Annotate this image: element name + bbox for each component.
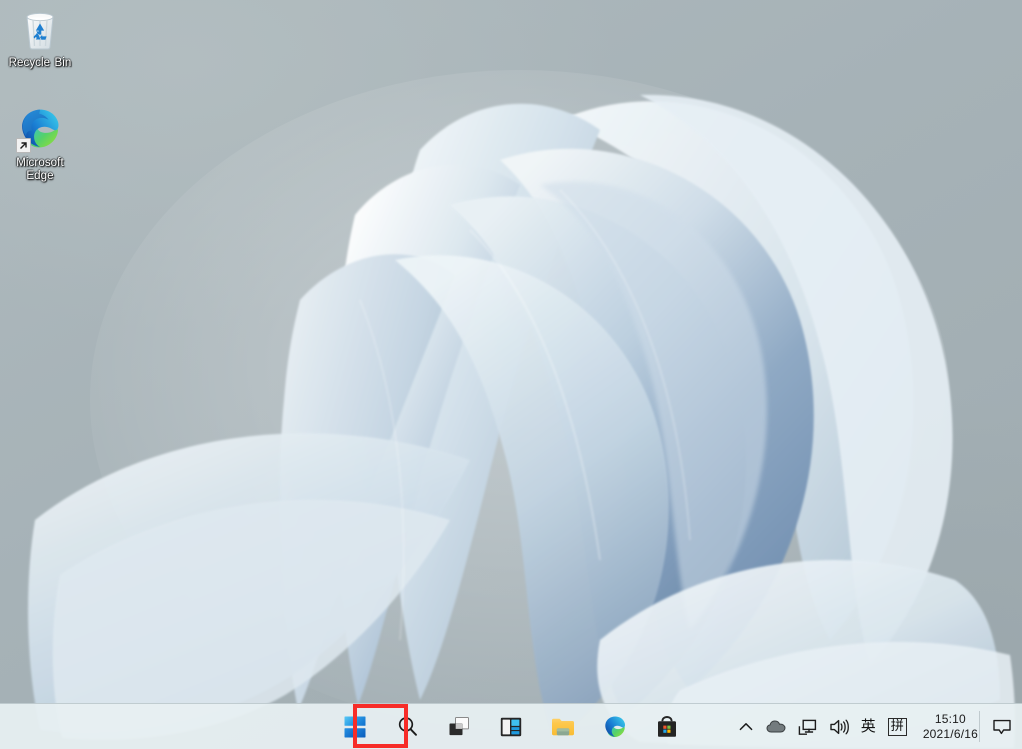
edge-icon <box>16 105 64 153</box>
task-view-button[interactable] <box>439 707 479 747</box>
network-button[interactable] <box>792 707 823 747</box>
store-button[interactable] <box>647 707 687 747</box>
network-monitor-icon <box>798 719 816 735</box>
desktop-icon-label-line1: Microsoft <box>16 157 64 169</box>
windows-logo-icon <box>344 716 366 737</box>
desktop-icon-microsoft-edge[interactable]: Microsoft Edge <box>0 105 80 183</box>
desktop[interactable]: Recycle Bin Microsoft Edge 英 拼 15:10 202… <box>0 0 1022 749</box>
chevron-up-icon <box>739 722 753 730</box>
task-view-icon <box>449 716 469 735</box>
start-button[interactable] <box>335 707 375 747</box>
search-button[interactable] <box>387 707 427 747</box>
file-explorer-button[interactable] <box>543 707 583 747</box>
ime-mode-button[interactable]: 英 <box>855 707 882 747</box>
desktop-icon-label: Microsoft Edge <box>0 157 80 183</box>
desktop-wallpaper <box>0 0 1022 749</box>
tray-divider <box>979 711 980 742</box>
shortcut-arrow-icon <box>16 138 31 153</box>
edge-icon <box>605 715 626 737</box>
search-icon <box>398 717 417 736</box>
clock-date: 2021/6/16 <box>922 726 978 741</box>
ime-pinyin-icon: 拼 <box>887 717 907 736</box>
system-tray: 英 拼 15:10 2021/6/16 <box>732 704 1022 749</box>
cloud-icon <box>766 719 786 732</box>
onedrive-button[interactable] <box>760 707 792 747</box>
ime-english-icon: 英 <box>860 717 876 735</box>
taskbar[interactable]: 英 拼 15:10 2021/6/16 <box>0 703 1022 749</box>
store-bag-icon <box>658 715 676 737</box>
folder-icon <box>552 718 574 735</box>
volume-button[interactable] <box>823 707 855 747</box>
clock-time: 15:10 <box>934 711 966 726</box>
desktop-icon-label-line2: Edge <box>26 170 54 182</box>
widgets-icon <box>500 717 522 736</box>
notification-center-button[interactable] <box>986 707 1018 747</box>
clock-button[interactable]: 15:10 2021/6/16 <box>913 712 986 742</box>
ime-pinyin-button[interactable]: 拼 <box>882 707 913 747</box>
edge-button[interactable] <box>595 707 635 747</box>
desktop-icon-recycle-bin[interactable]: Recycle Bin <box>0 5 80 70</box>
speaker-icon <box>830 719 849 734</box>
desktop-icon-label: Recycle Bin <box>8 57 72 69</box>
recycle-bin-icon <box>16 5 64 53</box>
show-hidden-icons-button[interactable] <box>732 707 760 747</box>
widgets-button[interactable] <box>491 707 531 747</box>
chat-bubble-icon <box>993 719 1011 734</box>
